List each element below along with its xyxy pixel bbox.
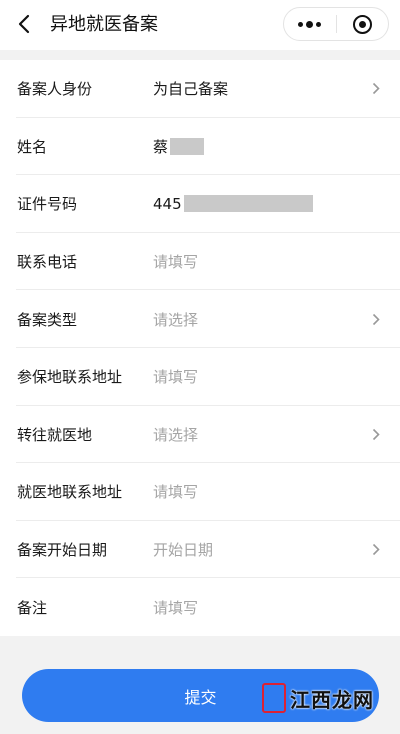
watermark: 江西龙网: [262, 678, 392, 718]
destination-select[interactable]: 请选择: [153, 424, 198, 445]
id-number-field[interactable]: 445: [153, 195, 313, 213]
filing-type-select[interactable]: 请选择: [153, 309, 198, 330]
field-label: 姓名: [17, 137, 48, 156]
start-date-picker[interactable]: 开始日期: [153, 539, 213, 560]
form-row-name[interactable]: 姓名 蔡: [0, 118, 400, 176]
page-title: 异地就医备案: [50, 14, 158, 35]
chevron-right-icon: [370, 82, 382, 96]
field-label: 备案类型: [17, 310, 78, 329]
filing-form: 备案人身份 为自己备案 姓名 蔡 证件号码 445 联系电话 请填写 备案类型 …: [0, 60, 400, 636]
form-row-insured-address[interactable]: 参保地联系地址 请填写: [0, 348, 400, 406]
name-value: 蔡: [153, 137, 169, 156]
identity-select[interactable]: 为自己备案: [153, 78, 228, 99]
field-label: 证件号码: [17, 195, 78, 214]
chevron-right-icon: [370, 312, 382, 326]
form-row-filing-type[interactable]: 备案类型 请选择: [0, 290, 400, 348]
field-label: 备注: [17, 598, 48, 617]
more-dots-icon: [298, 20, 322, 28]
navigation-bar: 异地就医备案: [0, 0, 400, 50]
form-row-phone[interactable]: 联系电话 请填写: [0, 233, 400, 291]
field-label: 转往就医地: [17, 425, 93, 444]
watermark-text: 江西龙网: [290, 687, 374, 712]
form-row-id-number[interactable]: 证件号码 445: [0, 175, 400, 233]
redaction-mask: [170, 137, 205, 155]
chevron-right-icon: [370, 427, 382, 441]
redaction-mask: [183, 195, 313, 213]
treatment-address-input[interactable]: 请填写: [153, 481, 198, 502]
insured-address-input[interactable]: 请填写: [153, 366, 198, 387]
field-label: 参保地联系地址: [17, 368, 123, 387]
target-icon: [352, 14, 372, 34]
field-label: 就医地联系地址: [17, 483, 123, 502]
form-row-destination[interactable]: 转往就医地 请选择: [0, 406, 400, 464]
watermark-logo-icon: [262, 683, 286, 713]
chevron-right-icon: [370, 543, 382, 557]
field-label: 备案人身份: [17, 80, 93, 99]
form-row-treatment-address[interactable]: 就医地联系地址 请填写: [0, 463, 400, 521]
field-label: 备案开始日期: [17, 541, 108, 560]
form-row-start-date[interactable]: 备案开始日期 开始日期: [0, 521, 400, 579]
id-number-value: 445: [153, 194, 182, 213]
more-button[interactable]: [284, 8, 336, 40]
form-row-identity[interactable]: 备案人身份 为自己备案: [0, 60, 400, 118]
name-field[interactable]: 蔡: [153, 136, 205, 157]
close-button[interactable]: [336, 8, 388, 40]
mini-program-capsule: [283, 7, 389, 41]
field-label: 联系电话: [17, 253, 78, 272]
phone-input[interactable]: 请填写: [153, 251, 198, 272]
chevron-left-icon[interactable]: [14, 12, 34, 36]
remarks-input[interactable]: 请填写: [153, 597, 198, 618]
form-row-remarks[interactable]: 备注 请填写: [0, 578, 400, 636]
